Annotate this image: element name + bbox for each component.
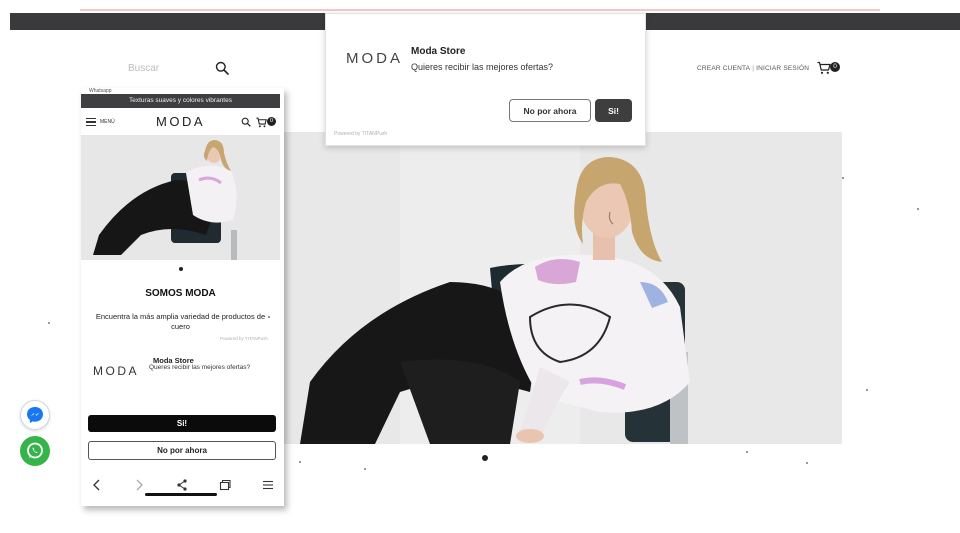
mobile-powered-by: Powered by TITANPush: [220, 336, 268, 341]
mobile-section-heading: SOMOS MODA: [145, 288, 216, 299]
create-account-link[interactable]: CREAR CUENTA: [697, 65, 750, 72]
push-logo: MODA: [346, 50, 403, 67]
carousel-dot[interactable]: [482, 455, 488, 461]
background-speck: [866, 389, 868, 391]
background-speck: [842, 177, 844, 179]
mobile-preview: Whatsapp Texturas suaves y colores vibra…: [81, 88, 284, 506]
search-icon[interactable]: [215, 61, 229, 75]
push-message: Quieres recibir las mejores ofertas?: [411, 62, 554, 72]
messenger-icon: [27, 407, 43, 423]
background-speck: [746, 451, 748, 453]
mobile-menu-label: MENÚ: [100, 119, 115, 125]
top-accent-line: [80, 9, 880, 11]
mobile-push-message: Queres recibir las mejores ofertas?: [149, 364, 251, 371]
login-link[interactable]: INICIAR SESIÓN: [756, 65, 809, 72]
whatsapp-button[interactable]: [20, 436, 50, 466]
push-powered-by: Powered by TITANPush: [334, 131, 388, 137]
mobile-menu-button[interactable]: MENÚ: [86, 117, 126, 129]
share-icon[interactable]: [175, 478, 189, 492]
mobile-cart-count-badge: 0: [267, 117, 276, 126]
messenger-button[interactable]: [20, 400, 50, 430]
background-speck: [917, 208, 919, 210]
account-links: CREAR CUENTA | INICIAR SESIÓN: [697, 65, 809, 72]
menu-icon: [86, 118, 96, 126]
background-speck: [806, 462, 808, 464]
account-separator: |: [752, 65, 755, 72]
background-speck: [48, 322, 50, 324]
mobile-home-indicator: [145, 493, 217, 496]
push-permission-popup: MODA Moda Store Quieres recibir las mejo…: [325, 13, 646, 146]
whatsapp-icon: [27, 442, 43, 459]
push-yes-button[interactable]: Si!: [595, 99, 632, 122]
search-input[interactable]: [112, 58, 212, 78]
cart-icon: [817, 61, 831, 74]
mobile-push-logo: MODA: [93, 364, 139, 378]
cart-button[interactable]: 0: [817, 61, 843, 75]
cart-icon: [256, 117, 267, 128]
hero-model-illustration: [280, 132, 842, 444]
mobile-browser-nav-bar: [81, 474, 280, 500]
mobile-hero-image: [81, 135, 280, 260]
mobile-section-description: Encuentra la más amplia variedad de prod…: [95, 312, 266, 331]
hero-image: [280, 132, 842, 444]
cart-count-badge: 0: [830, 62, 840, 72]
mobile-push-yes-button[interactable]: Si!: [88, 415, 276, 432]
mobile-cart-button[interactable]: 0: [256, 116, 278, 128]
forward-icon[interactable]: [132, 478, 146, 492]
mobile-push-no-button[interactable]: No por ahora: [88, 441, 276, 460]
mobile-carousel-dot[interactable]: [179, 267, 183, 271]
search-box[interactable]: [112, 56, 242, 80]
push-no-button[interactable]: No por ahora: [509, 99, 591, 122]
mobile-hero-model-illustration: [81, 135, 280, 260]
mobile-logo[interactable]: MODA: [156, 114, 205, 129]
push-title: Moda Store: [411, 46, 466, 57]
mobile-promo-banner: Texturas suaves y colores vibrantes: [81, 94, 280, 108]
background-speck: [364, 468, 366, 470]
back-icon[interactable]: [90, 478, 104, 492]
search-icon[interactable]: [241, 117, 251, 127]
more-menu-icon[interactable]: [261, 478, 275, 492]
tabs-icon[interactable]: [218, 478, 232, 492]
background-speck: [268, 316, 270, 318]
background-speck: [299, 461, 301, 463]
